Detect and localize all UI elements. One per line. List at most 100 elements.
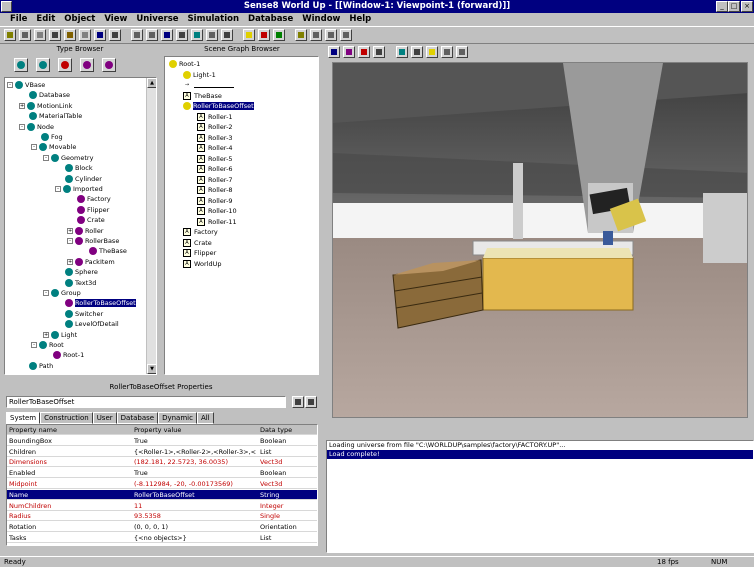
scene-node[interactable]: A Roller-2: [197, 122, 233, 132]
camera-icon[interactable]: [396, 46, 408, 58]
type-node[interactable]: - VBase: [7, 80, 45, 90]
orbit-icon[interactable]: [456, 46, 468, 58]
maximize-button[interactable]: □: [728, 1, 740, 12]
tab-user[interactable]: User: [92, 412, 117, 424]
type-node[interactable]: RollerToBaseOffset: [55, 298, 136, 308]
toolbar-button-icon[interactable]: [161, 29, 173, 41]
scene-node[interactable]: →: [183, 80, 234, 90]
close-button[interactable]: ×: [741, 1, 753, 12]
scene-node[interactable]: A Roller-9: [197, 196, 233, 206]
type-node[interactable]: + Roller: [67, 226, 103, 236]
tool-node-icon[interactable]: [58, 58, 72, 72]
scroll-up-icon[interactable]: ▲: [147, 78, 156, 88]
minimize-button[interactable]: _: [716, 1, 728, 12]
toolbar-button-icon[interactable]: [4, 29, 16, 41]
3d-viewport[interactable]: [332, 62, 748, 418]
toolbar-button-icon[interactable]: [243, 29, 255, 41]
toolbar-button-icon[interactable]: [64, 29, 76, 41]
scene-node[interactable]: A Roller-6: [197, 164, 233, 174]
properties-edit-icon[interactable]: [305, 396, 317, 408]
expander-icon[interactable]: -: [55, 186, 61, 192]
scene-node[interactable]: A Factory: [183, 227, 218, 237]
system-menu-icon[interactable]: [1, 1, 12, 12]
scene-node[interactable]: A Roller-7: [197, 175, 233, 185]
toolbar-button-icon[interactable]: [146, 29, 158, 41]
toolbar-button-icon[interactable]: [258, 29, 270, 41]
menu-window[interactable]: Window: [302, 13, 340, 25]
table-row[interactable]: Midpoint (-8.112984, -20, -0.00173569) Vec…: [7, 479, 317, 489]
scene-node[interactable]: A Roller-8: [197, 185, 233, 195]
tab-system[interactable]: System: [6, 412, 41, 424]
expander-icon[interactable]: +: [67, 258, 73, 265]
type-tree-scrollbar[interactable]: ▲ ▼: [146, 78, 156, 374]
expander-icon[interactable]: +: [67, 227, 73, 234]
scroll-down-icon[interactable]: ▼: [147, 364, 156, 374]
toolbar-button-icon[interactable]: [34, 29, 46, 41]
rotate-icon[interactable]: [358, 46, 370, 58]
tab-dynamic[interactable]: Dynamic: [158, 412, 197, 424]
tool-imported-icon[interactable]: [102, 58, 116, 72]
toolbar-button-icon[interactable]: [206, 29, 218, 41]
menu-simulation[interactable]: Simulation: [188, 13, 239, 25]
menu-database[interactable]: Database: [248, 13, 293, 25]
expander-icon[interactable]: -: [67, 238, 73, 244]
tab-all[interactable]: All: [196, 412, 214, 424]
type-node[interactable]: - Geometry: [43, 153, 93, 163]
table-row[interactable]: Enabled True Boolean: [7, 468, 317, 479]
expander-icon[interactable]: -: [31, 342, 37, 348]
type-node[interactable]: - Imported: [55, 184, 103, 194]
toolbar-button-icon[interactable]: [131, 29, 143, 41]
type-node[interactable]: - Root: [31, 340, 64, 350]
menu-view[interactable]: View: [104, 13, 127, 25]
table-row[interactable]: Tasks {<no objects>} List: [7, 533, 317, 543]
type-node[interactable]: Flipper: [67, 205, 109, 215]
table-row[interactable]: Children {<Roller-1>,<Roller-2>,<Roller-3…: [7, 447, 317, 457]
type-node[interactable]: Cylinder: [55, 174, 102, 184]
menu-help[interactable]: Help: [349, 13, 371, 25]
type-node[interactable]: - Movable: [31, 142, 76, 152]
properties-nav-icon[interactable]: [292, 396, 304, 408]
type-node[interactable]: - Node: [19, 122, 54, 132]
type-node[interactable]: Text3d: [55, 278, 96, 288]
toolbar-button-icon[interactable]: [19, 29, 31, 41]
type-node[interactable]: Fog: [31, 132, 63, 142]
expander-icon[interactable]: -: [43, 290, 49, 296]
expander-icon[interactable]: +: [43, 331, 49, 338]
expander-icon[interactable]: +: [19, 102, 25, 109]
toolbar-button-icon[interactable]: [325, 29, 337, 41]
type-node[interactable]: + MotionLink: [19, 101, 72, 111]
tool-group-icon[interactable]: [36, 58, 50, 72]
menu-object[interactable]: Object: [64, 13, 95, 25]
toolbar-button-icon[interactable]: [340, 29, 352, 41]
expander-icon[interactable]: -: [31, 144, 37, 151]
type-node[interactable]: - RollerBase: [67, 236, 119, 246]
scene-node[interactable]: A Crate: [183, 238, 212, 248]
table-row[interactable]: NumChildren 11 Integer: [7, 501, 317, 511]
light-icon[interactable]: [426, 46, 438, 58]
scene-node[interactable]: Root-1: [169, 59, 200, 69]
type-node[interactable]: + PackItem: [67, 257, 115, 267]
tab-database[interactable]: Database: [116, 412, 159, 424]
type-node[interactable]: - Group: [43, 288, 81, 298]
type-node[interactable]: Switcher: [55, 309, 103, 319]
scene-node[interactable]: A Flipper: [183, 248, 216, 258]
toolbar-button-icon[interactable]: [191, 29, 203, 41]
zoom-icon[interactable]: [373, 46, 385, 58]
scene-node[interactable]: A Roller-10: [197, 206, 237, 216]
arrow-icon[interactable]: [328, 46, 340, 58]
type-node[interactable]: Path: [19, 361, 53, 371]
expander-icon[interactable]: -: [7, 82, 13, 88]
toolbar-button-icon[interactable]: [295, 29, 307, 41]
type-node[interactable]: LevelOfDetail: [55, 319, 119, 329]
toolbar-button-icon[interactable]: [79, 29, 91, 41]
scene-node[interactable]: A Roller-11: [197, 217, 237, 227]
pan-icon[interactable]: [441, 46, 453, 58]
table-row[interactable]: BoundingBox True Boolean: [7, 436, 317, 446]
menu-edit[interactable]: Edit: [36, 13, 55, 25]
toolbar-button-icon[interactable]: [109, 29, 121, 41]
type-node[interactable]: Database: [19, 90, 70, 100]
expander-icon[interactable]: -: [43, 154, 49, 161]
type-node[interactable]: Sphere: [55, 267, 98, 277]
toolbar-button-icon[interactable]: [221, 29, 233, 41]
scene-node[interactable]: Light-1: [183, 70, 216, 80]
